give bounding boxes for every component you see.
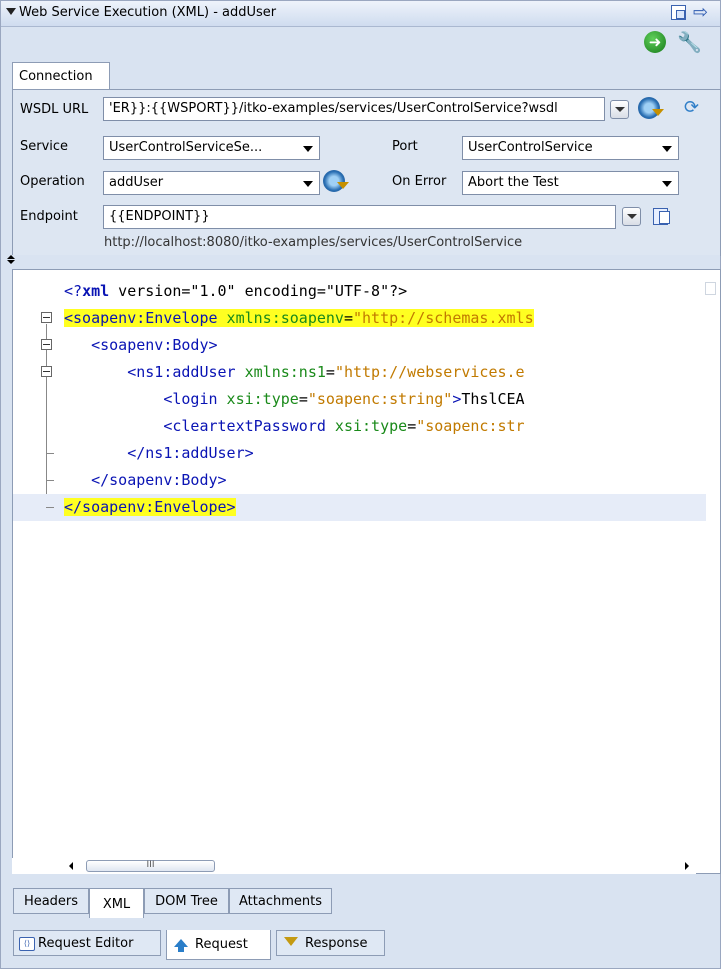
copy-icon[interactable]: [653, 208, 670, 225]
green-go-icon[interactable]: ➜: [644, 31, 666, 53]
tab-headers[interactable]: Headers: [13, 888, 89, 914]
arrow-right-icon[interactable]: ⇨: [693, 2, 708, 23]
request-editor-icon: ⟨⟩: [19, 937, 35, 951]
xml-line-3: <soapenv:Body>: [13, 332, 706, 359]
refresh-icon[interactable]: ⟳: [684, 97, 699, 118]
editor-corner-marker: [705, 282, 716, 295]
horizontal-scrollbar[interactable]: III: [12, 858, 696, 874]
xml-line-7: </ns1:addUser>: [13, 440, 706, 467]
splitter-up-icon[interactable]: [7, 255, 15, 259]
service-value: UserControlServiceSe...: [109, 140, 263, 155]
on-error-label: On Error: [392, 174, 447, 189]
arrow-down-icon: [284, 937, 298, 946]
window-title: Web Service Execution (XML) - addUser: [19, 5, 277, 20]
chevron-down-icon: [303, 146, 313, 152]
fold-toggle-icon[interactable]: [41, 366, 52, 377]
tab-request-editor-label: Request Editor: [38, 936, 134, 951]
chevron-down-icon: [303, 181, 313, 187]
fold-guide-end: [46, 507, 54, 508]
port-select[interactable]: UserControlService: [462, 136, 679, 160]
chevron-down-icon: [662, 146, 672, 152]
tab-request-label: Request: [195, 937, 248, 952]
fold-toggle-icon[interactable]: [41, 312, 52, 323]
fold-guide-end: [46, 480, 54, 481]
on-error-select[interactable]: Abort the Test: [462, 171, 679, 195]
wsdl-url-field[interactable]: 'ER}}:{{WSPORT}}/itko-examples/services/…: [103, 97, 605, 121]
endpoint-url-hint: http://localhost:8080/itko-examples/serv…: [104, 235, 523, 250]
wsdl-dropdown-button[interactable]: [610, 100, 629, 119]
xml-line-1: <?xml version="1.0" encoding="UTF-8"?>: [64, 282, 408, 300]
scroll-left-icon[interactable]: [69, 862, 73, 870]
service-label: Service: [20, 139, 69, 154]
gear-icon[interactable]: [323, 170, 349, 192]
scrollbar-thumb[interactable]: III: [86, 860, 215, 872]
collapse-triangle-icon[interactable]: [6, 8, 16, 15]
endpoint-dropdown-button[interactable]: [622, 207, 641, 226]
xml-line-8: </soapenv:Body>: [13, 467, 706, 494]
fold-guide-end: [46, 453, 54, 454]
tab-response[interactable]: Response: [276, 930, 385, 956]
tab-request[interactable]: Request: [166, 930, 271, 960]
xml-line-2: <soapenv:Envelope xmlns:soapenv="http://…: [13, 305, 706, 332]
step-editor-panel: Web Service Execution (XML) - addUser ⇨ …: [0, 0, 721, 969]
operation-value: addUser: [109, 175, 164, 190]
tab-response-label: Response: [305, 936, 368, 951]
chevron-down-icon: [662, 181, 672, 187]
port-value: UserControlService: [468, 140, 593, 155]
splitter-down-icon[interactable]: [7, 260, 15, 264]
tab-attachments[interactable]: Attachments: [229, 888, 332, 914]
tab-dom-tree[interactable]: DOM Tree: [144, 888, 229, 914]
tab-request-editor[interactable]: ⟨⟩ Request Editor: [13, 930, 161, 956]
toolbar: ➜ 🔧: [1, 27, 720, 59]
fold-toggle-icon[interactable]: [41, 339, 52, 350]
xml-line-5: <login xsi:type="soapenc:string">ThslCEA: [163, 390, 525, 408]
splitter[interactable]: [1, 255, 720, 265]
xml-code: <?xml version="1.0" encoding="UTF-8"?> <…: [13, 278, 706, 521]
detach-window-icon[interactable]: [671, 5, 686, 20]
arrow-up-icon: [174, 939, 188, 952]
xml-line-9: </soapenv:Envelope>: [13, 494, 706, 521]
endpoint-field[interactable]: {{ENDPOINT}}: [103, 205, 616, 229]
tab-xml[interactable]: XML: [89, 888, 144, 918]
service-select[interactable]: UserControlServiceSe...: [103, 136, 320, 160]
on-error-value: Abort the Test: [468, 175, 559, 190]
operation-label: Operation: [20, 174, 85, 189]
scroll-right-icon[interactable]: [685, 862, 689, 870]
port-label: Port: [392, 139, 418, 154]
title-bar: Web Service Execution (XML) - addUser ⇨: [1, 1, 720, 27]
tab-connection[interactable]: Connection: [12, 62, 110, 89]
wsdl-url-label: WSDL URL: [20, 102, 89, 117]
gear-icon[interactable]: [638, 97, 664, 119]
xml-editor[interactable]: <?xml version="1.0" encoding="UTF-8"?> <…: [12, 269, 721, 874]
xml-line-4: <ns1:addUser xmlns:ns1="http://webservic…: [13, 359, 706, 386]
xml-line-6: <cleartextPassword xsi:type="soapenc:str: [163, 417, 525, 435]
wrench-icon[interactable]: 🔧: [677, 30, 702, 54]
operation-select[interactable]: addUser: [103, 171, 320, 195]
endpoint-label: Endpoint: [20, 209, 78, 224]
